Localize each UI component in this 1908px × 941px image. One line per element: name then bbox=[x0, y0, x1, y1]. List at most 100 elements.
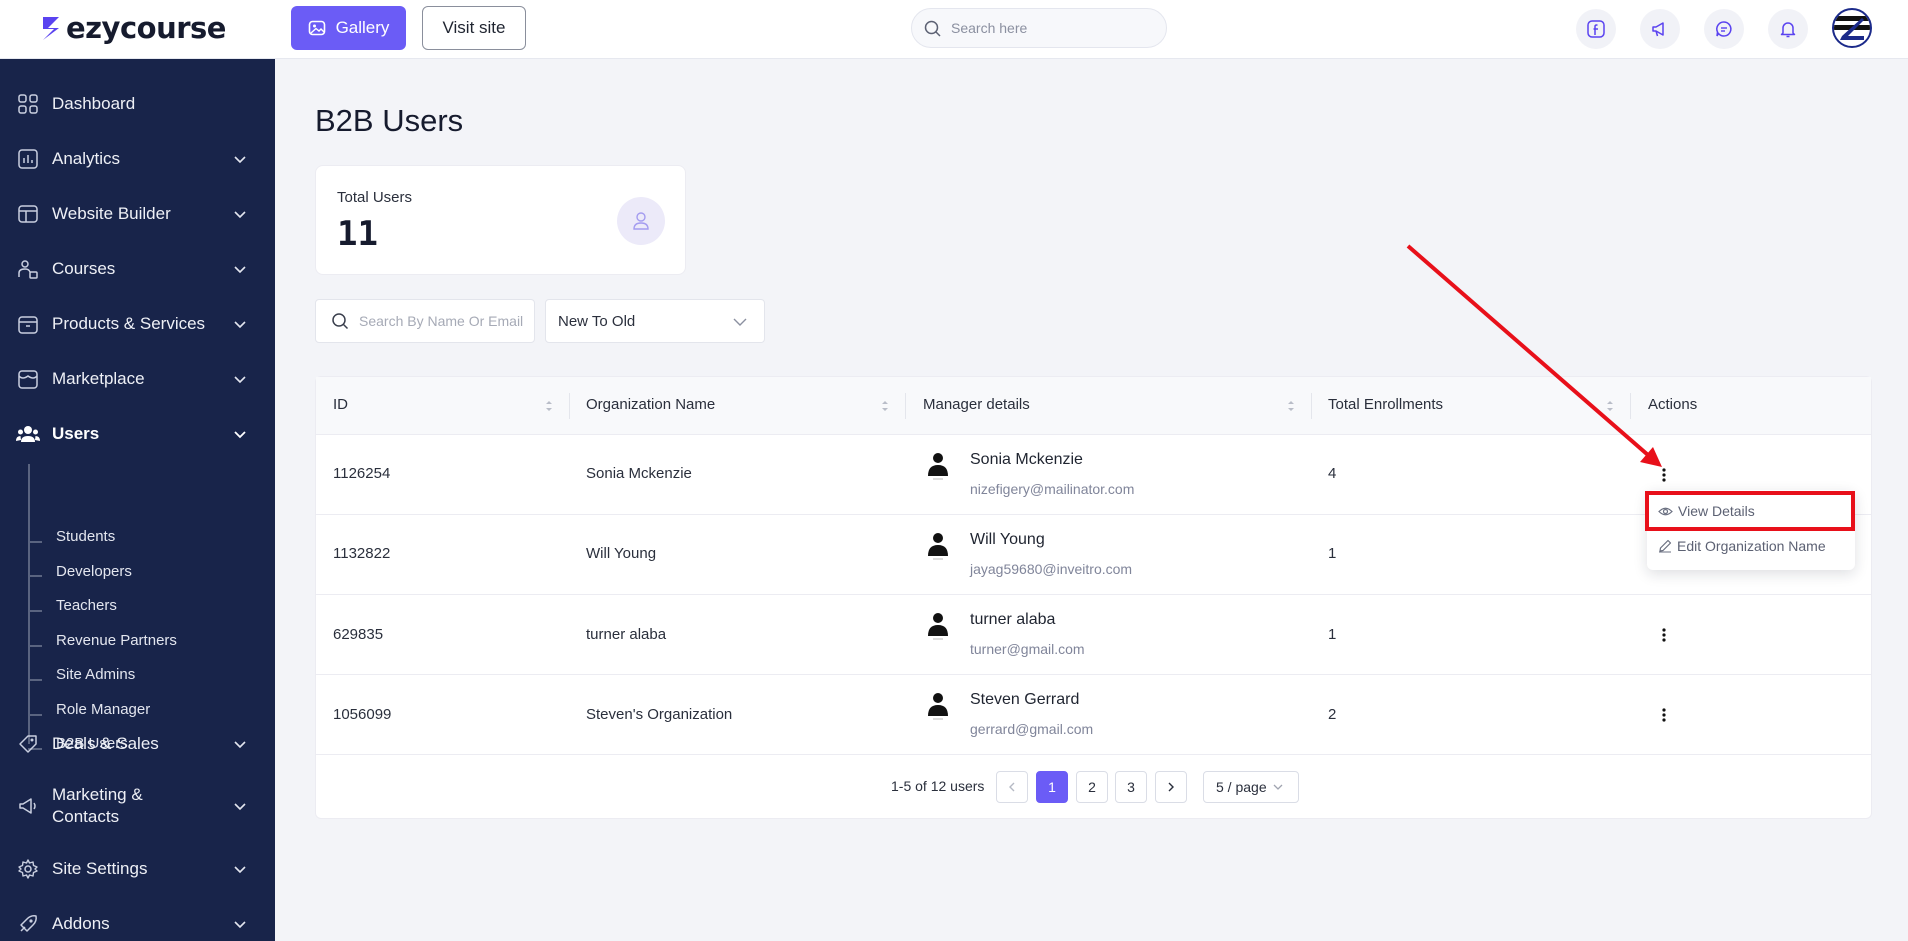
sidebar-item-label: Analytics bbox=[52, 149, 121, 168]
chevron-down-icon bbox=[234, 376, 246, 384]
cell-enrollments: 2 bbox=[1328, 706, 1337, 723]
global-search-input[interactable] bbox=[951, 20, 1141, 36]
search-icon bbox=[924, 20, 941, 37]
column-header-enrollments[interactable]: Total Enrollments bbox=[1328, 396, 1443, 413]
annotation-highlight-box bbox=[1645, 491, 1855, 531]
manager-avatar-icon bbox=[928, 533, 948, 560]
manager-name: Sonia Mckenzie bbox=[970, 451, 1083, 468]
sidebar-subitem-role-manager[interactable]: Role Manager bbox=[56, 701, 150, 718]
stat-value: 11 bbox=[337, 214, 378, 254]
more-vertical-icon bbox=[1662, 708, 1666, 722]
sidebar: Dashboard Analytics Website Builder Cour… bbox=[0, 59, 275, 941]
notifications-button[interactable] bbox=[1768, 9, 1808, 49]
manager-email: gerrard@gmail.com bbox=[970, 721, 1094, 737]
website-builder-icon bbox=[16, 202, 40, 226]
sidebar-subitem-revenue-partners[interactable]: Revenue Partners bbox=[56, 632, 177, 649]
chevron-down-icon bbox=[234, 266, 246, 274]
sidebar-item-addons[interactable]: Addons bbox=[0, 909, 275, 939]
page-size-select[interactable]: 5 / page bbox=[1203, 771, 1299, 803]
sort-icon[interactable] bbox=[880, 399, 890, 413]
column-header-actions: Actions bbox=[1648, 396, 1698, 413]
sort-value: New To Old bbox=[558, 312, 636, 330]
sidebar-item-analytics[interactable]: Analytics bbox=[0, 144, 275, 174]
sidebar-item-marketplace[interactable]: Marketplace bbox=[0, 364, 275, 394]
users-icon bbox=[16, 422, 40, 446]
sidebar-item-site-settings[interactable]: Site Settings bbox=[0, 854, 275, 884]
b2b-users-table: ID Organization Name Manager details Tot… bbox=[315, 376, 1872, 819]
submenu-branch bbox=[28, 679, 42, 681]
page-3-button[interactable]: 3 bbox=[1115, 771, 1147, 803]
sidebar-item-deals-sales[interactable]: Deals & Sales bbox=[0, 729, 275, 759]
sidebar-item-products-services[interactable]: Products & Services bbox=[0, 309, 275, 339]
page-1-button[interactable]: 1 bbox=[1036, 771, 1068, 803]
addons-icon bbox=[16, 912, 40, 936]
column-header-organization[interactable]: Organization Name bbox=[586, 396, 715, 413]
top-bar: ezycourse Gallery Visit site bbox=[0, 0, 1908, 59]
marketing-icon bbox=[16, 794, 40, 818]
cell-organization: Will Young bbox=[586, 545, 657, 562]
sidebar-item-website-builder[interactable]: Website Builder bbox=[0, 199, 275, 229]
brand-name: ezycourse bbox=[66, 11, 226, 45]
chevron-down-icon bbox=[234, 803, 246, 811]
cell-organization: turner alaba bbox=[586, 626, 667, 643]
manager-email: jayag59680@inveitro.com bbox=[970, 561, 1133, 577]
prev-page-button[interactable] bbox=[996, 771, 1028, 803]
megaphone-icon bbox=[1652, 22, 1664, 37]
sidebar-subitem-site-admins[interactable]: Site Admins bbox=[56, 666, 135, 683]
user-icon bbox=[617, 197, 665, 245]
sidebar-item-label: Site Settings bbox=[52, 859, 148, 878]
visit-site-button[interactable]: Visit site bbox=[422, 6, 526, 50]
user-search-input[interactable] bbox=[359, 313, 529, 329]
cell-enrollments: 4 bbox=[1328, 465, 1337, 482]
next-page-button[interactable] bbox=[1155, 771, 1187, 803]
marketplace-icon bbox=[16, 367, 40, 391]
pencil-icon bbox=[1659, 539, 1672, 553]
sort-icon[interactable] bbox=[1286, 399, 1296, 413]
manager-name: turner alaba bbox=[970, 611, 1056, 628]
messages-button[interactable] bbox=[1704, 9, 1744, 49]
manager-name: Will Young bbox=[970, 531, 1045, 548]
chevron-down-icon bbox=[234, 431, 246, 439]
gallery-button[interactable]: Gallery bbox=[291, 6, 406, 50]
stat-label: Total Users bbox=[337, 189, 413, 206]
chat-icon bbox=[1716, 21, 1732, 37]
facebook-button[interactable] bbox=[1576, 9, 1616, 49]
global-search bbox=[911, 8, 1167, 48]
deals-icon bbox=[16, 732, 40, 756]
sort-icon[interactable] bbox=[1605, 399, 1615, 413]
manager-name: Steven Gerrard bbox=[970, 691, 1080, 708]
sidebar-item-label-line2: Contacts bbox=[52, 807, 120, 826]
column-divider bbox=[1630, 393, 1631, 419]
sidebar-item-marketing-contacts[interactable]: Marketing & Contacts bbox=[0, 784, 275, 828]
sidebar-subitem-developers[interactable]: Developers bbox=[56, 563, 132, 580]
row-actions-button[interactable] bbox=[1654, 623, 1674, 647]
sort-icon[interactable] bbox=[544, 399, 554, 413]
row-actions-button[interactable] bbox=[1654, 463, 1674, 487]
submenu-branch bbox=[28, 714, 42, 716]
sidebar-item-label: Marketing & bbox=[52, 785, 143, 804]
page-size-value: 5 / page bbox=[1216, 779, 1267, 795]
analytics-icon bbox=[16, 147, 40, 171]
sidebar-subitem-teachers[interactable]: Teachers bbox=[56, 597, 117, 614]
sort-select[interactable]: New To Old bbox=[545, 299, 765, 343]
sidebar-item-dashboard[interactable]: Dashboard bbox=[0, 89, 275, 119]
sidebar-subitem-students[interactable]: Students bbox=[56, 528, 115, 545]
user-avatar[interactable] bbox=[1832, 8, 1872, 48]
column-header-manager[interactable]: Manager details bbox=[923, 396, 1030, 413]
pagination: 1-5 of 12 users 1 2 3 5 / page bbox=[316, 771, 1871, 805]
row-actions-button[interactable] bbox=[1654, 703, 1674, 727]
chevron-down-icon bbox=[234, 741, 246, 749]
table-row: 1126254 Sonia Mckenzie Sonia Mckenzie ni… bbox=[316, 435, 1871, 515]
sidebar-item-label: Products & Services bbox=[52, 314, 206, 333]
sidebar-item-users[interactable]: Users bbox=[0, 419, 275, 449]
page-2-button[interactable]: 2 bbox=[1076, 771, 1108, 803]
cell-organization: Steven's Organization bbox=[586, 706, 733, 723]
sidebar-item-courses[interactable]: Courses bbox=[0, 254, 275, 284]
column-header-id[interactable]: ID bbox=[333, 396, 348, 413]
sidebar-item-label: Marketplace bbox=[52, 369, 145, 388]
announcements-button[interactable] bbox=[1640, 9, 1680, 49]
table-row: 629835 turner alaba turner alaba turner@… bbox=[316, 595, 1871, 675]
brand-logo[interactable]: ezycourse bbox=[40, 10, 226, 46]
column-divider bbox=[905, 393, 906, 419]
edit-organization-menu-item[interactable]: Edit Organization Name bbox=[1658, 538, 1826, 554]
